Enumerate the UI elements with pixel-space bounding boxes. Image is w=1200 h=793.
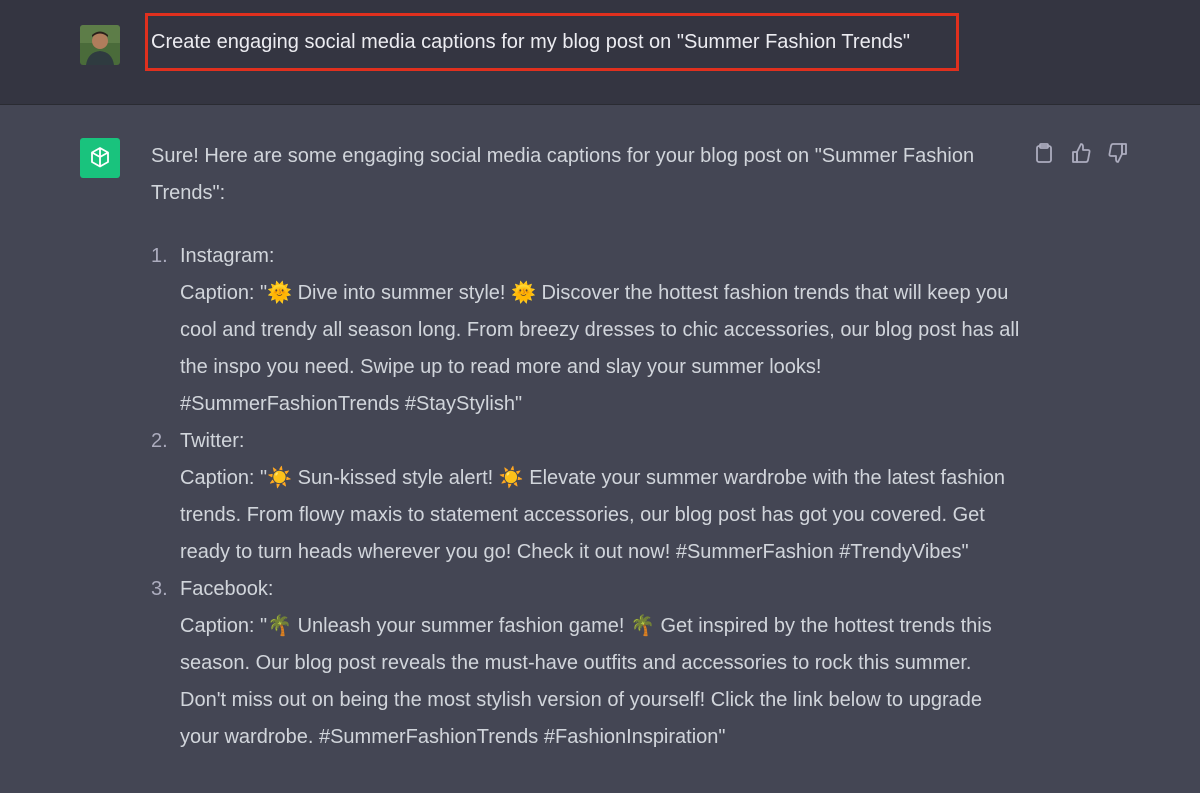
thumbs-down-icon[interactable] bbox=[1107, 142, 1129, 164]
list-number: 2. bbox=[151, 430, 168, 452]
platform-label: Instagram: bbox=[180, 245, 275, 267]
list-number: 3. bbox=[151, 578, 168, 600]
caption-list: 1. Instagram: Caption: "🌞 Dive into summ… bbox=[151, 238, 1021, 756]
openai-logo-icon bbox=[80, 138, 120, 178]
list-number: 1. bbox=[151, 245, 168, 267]
user-message-row: Create engaging social media captions fo… bbox=[0, 0, 1200, 105]
assistant-response: Sure! Here are some engaging social medi… bbox=[151, 138, 1021, 756]
platform-label: Twitter: bbox=[180, 430, 245, 452]
list-item: 2. Twitter: Caption: "☀️ Sun-kissed styl… bbox=[151, 423, 1021, 571]
caption-text: Caption: "☀️ Sun-kissed style alert! ☀️ … bbox=[180, 467, 1006, 563]
caption-text: Caption: "🌞 Dive into summer style! 🌞 Di… bbox=[180, 282, 1020, 415]
platform-label: Facebook: bbox=[180, 578, 274, 600]
user-prompt-text: Create engaging social media captions fo… bbox=[151, 31, 911, 53]
list-item: 1. Instagram: Caption: "🌞 Dive into summ… bbox=[151, 238, 1021, 423]
copy-icon[interactable] bbox=[1033, 142, 1055, 164]
list-item: 3. Facebook: Caption: "🌴 Unleash your su… bbox=[151, 571, 1021, 756]
message-actions bbox=[1033, 142, 1129, 164]
user-avatar bbox=[80, 25, 120, 65]
response-intro: Sure! Here are some engaging social medi… bbox=[151, 145, 975, 204]
caption-text: Caption: "🌴 Unleash your summer fashion … bbox=[180, 615, 992, 748]
thumbs-up-icon[interactable] bbox=[1070, 142, 1092, 164]
